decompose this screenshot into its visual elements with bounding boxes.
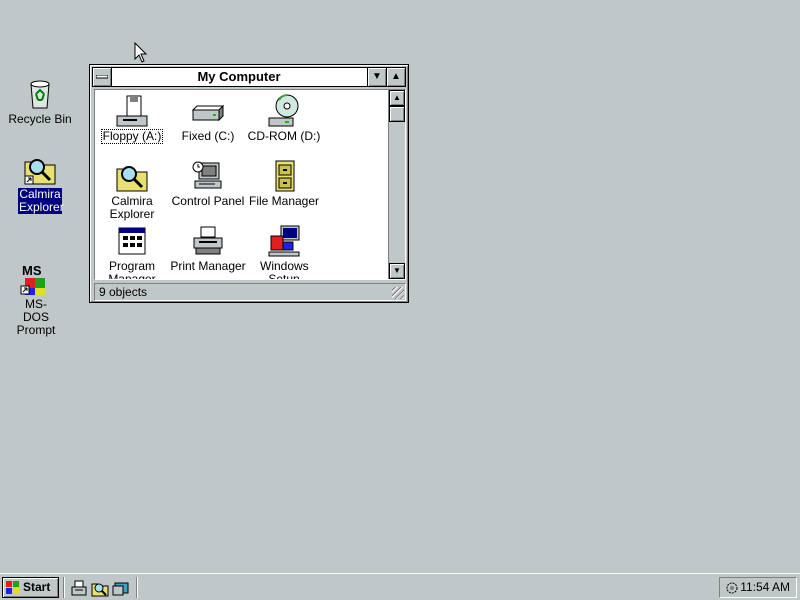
item-label: CD-ROM (D:) xyxy=(247,129,321,143)
desktop-icon-calmira-explorer[interactable]: Calmira Explorer xyxy=(4,152,76,214)
speaker-icon[interactable] xyxy=(724,580,740,596)
mouse-cursor-icon xyxy=(134,42,148,63)
ms-dos-prompt-icon: MS xyxy=(19,262,53,296)
control-panel-icon xyxy=(191,159,225,193)
item-calmira-explorer[interactable]: Calmira Explorer xyxy=(95,159,171,221)
item-label: Windows Setup xyxy=(260,259,309,280)
item-control-panel[interactable]: Control Panel xyxy=(169,159,247,208)
item-label: Print Manager xyxy=(170,259,246,273)
desktop-icon-label: Recycle Bin xyxy=(8,112,72,126)
cdrom-icon xyxy=(267,94,301,128)
window-title: My Computer xyxy=(197,69,281,84)
desktop-icon-label: Calmira Explorer xyxy=(18,187,64,214)
taskbar: Start 11:54 AM xyxy=(0,573,800,600)
status-bar: 9 objects xyxy=(94,283,406,301)
hard-drive-icon xyxy=(191,94,225,128)
quicklaunch-file-cabinet-icon[interactable] xyxy=(70,579,88,597)
calmira-explorer-icon xyxy=(115,159,149,193)
system-menu-button[interactable] xyxy=(92,67,112,87)
quicklaunch-explorer-icon[interactable] xyxy=(91,579,109,597)
item-label: Floppy (A:) xyxy=(100,129,164,144)
calmira-explorer-icon xyxy=(23,152,57,186)
quicklaunch-window-icon[interactable] xyxy=(112,579,130,597)
floppy-drive-icon xyxy=(115,94,149,128)
item-print-manager[interactable]: Print Manager xyxy=(169,224,247,273)
resize-grip-icon[interactable] xyxy=(392,287,404,299)
system-tray: 11:54 AM xyxy=(719,577,797,598)
item-cdrom-d[interactable]: CD-ROM (D:) xyxy=(245,94,323,143)
window-titlebar[interactable]: My Computer ▼ ▲ xyxy=(92,67,406,87)
maximize-button[interactable]: ▲ xyxy=(386,67,406,87)
my-computer-window[interactable]: My Computer ▼ ▲ Floppy (A:) Fixed (C:) C… xyxy=(89,64,409,303)
clock[interactable]: 11:54 AM xyxy=(740,580,790,595)
triangle-up-icon: ▲ xyxy=(391,71,401,82)
status-text: 9 objects xyxy=(99,285,148,299)
item-floppy[interactable]: Floppy (A:) xyxy=(95,94,171,144)
desktop-icon-ms-dos-prompt[interactable]: MS MS-DOS Prompt xyxy=(0,262,72,337)
vertical-scrollbar[interactable]: ▲ ▼ xyxy=(388,90,405,279)
taskbar-separator xyxy=(63,577,65,598)
print-manager-icon xyxy=(191,224,225,258)
item-windows-setup[interactable]: Windows Setup xyxy=(245,224,323,279)
recycle-bin-icon xyxy=(23,76,57,110)
taskbar-separator xyxy=(136,577,138,598)
item-label: File Manager xyxy=(248,194,320,208)
file-manager-icon xyxy=(267,159,301,193)
windows-setup-icon xyxy=(267,224,301,258)
triangle-down-icon: ▼ xyxy=(393,266,401,275)
item-fixed-c[interactable]: Fixed (C:) xyxy=(169,94,247,143)
minimize-button[interactable]: ▼ xyxy=(367,67,387,87)
windows-logo-icon xyxy=(6,581,19,594)
item-file-manager[interactable]: File Manager xyxy=(245,159,323,208)
svg-text:MS: MS xyxy=(22,263,42,278)
item-label: Control Panel xyxy=(171,194,245,208)
start-label: Start xyxy=(23,580,51,594)
item-label: Calmira Explorer xyxy=(109,194,155,221)
start-button[interactable]: Start xyxy=(2,577,59,598)
scroll-down-button[interactable]: ▼ xyxy=(389,263,405,279)
triangle-down-icon: ▼ xyxy=(372,71,382,82)
item-program-manager[interactable]: Program Manager xyxy=(95,224,171,279)
item-label: Fixed (C:) xyxy=(181,129,235,143)
triangle-up-icon: ▲ xyxy=(393,93,401,102)
window-content[interactable]: Floppy (A:) Fixed (C:) CD-ROM (D:) Calmi… xyxy=(94,89,406,280)
desktop-icon-recycle-bin[interactable]: Recycle Bin xyxy=(4,76,76,126)
program-manager-icon xyxy=(115,224,149,258)
desktop-icon-label: MS-DOS Prompt xyxy=(16,297,56,337)
scroll-thumb[interactable] xyxy=(389,106,405,122)
item-label: Program Manager xyxy=(108,259,156,280)
scroll-up-button[interactable]: ▲ xyxy=(389,90,405,106)
